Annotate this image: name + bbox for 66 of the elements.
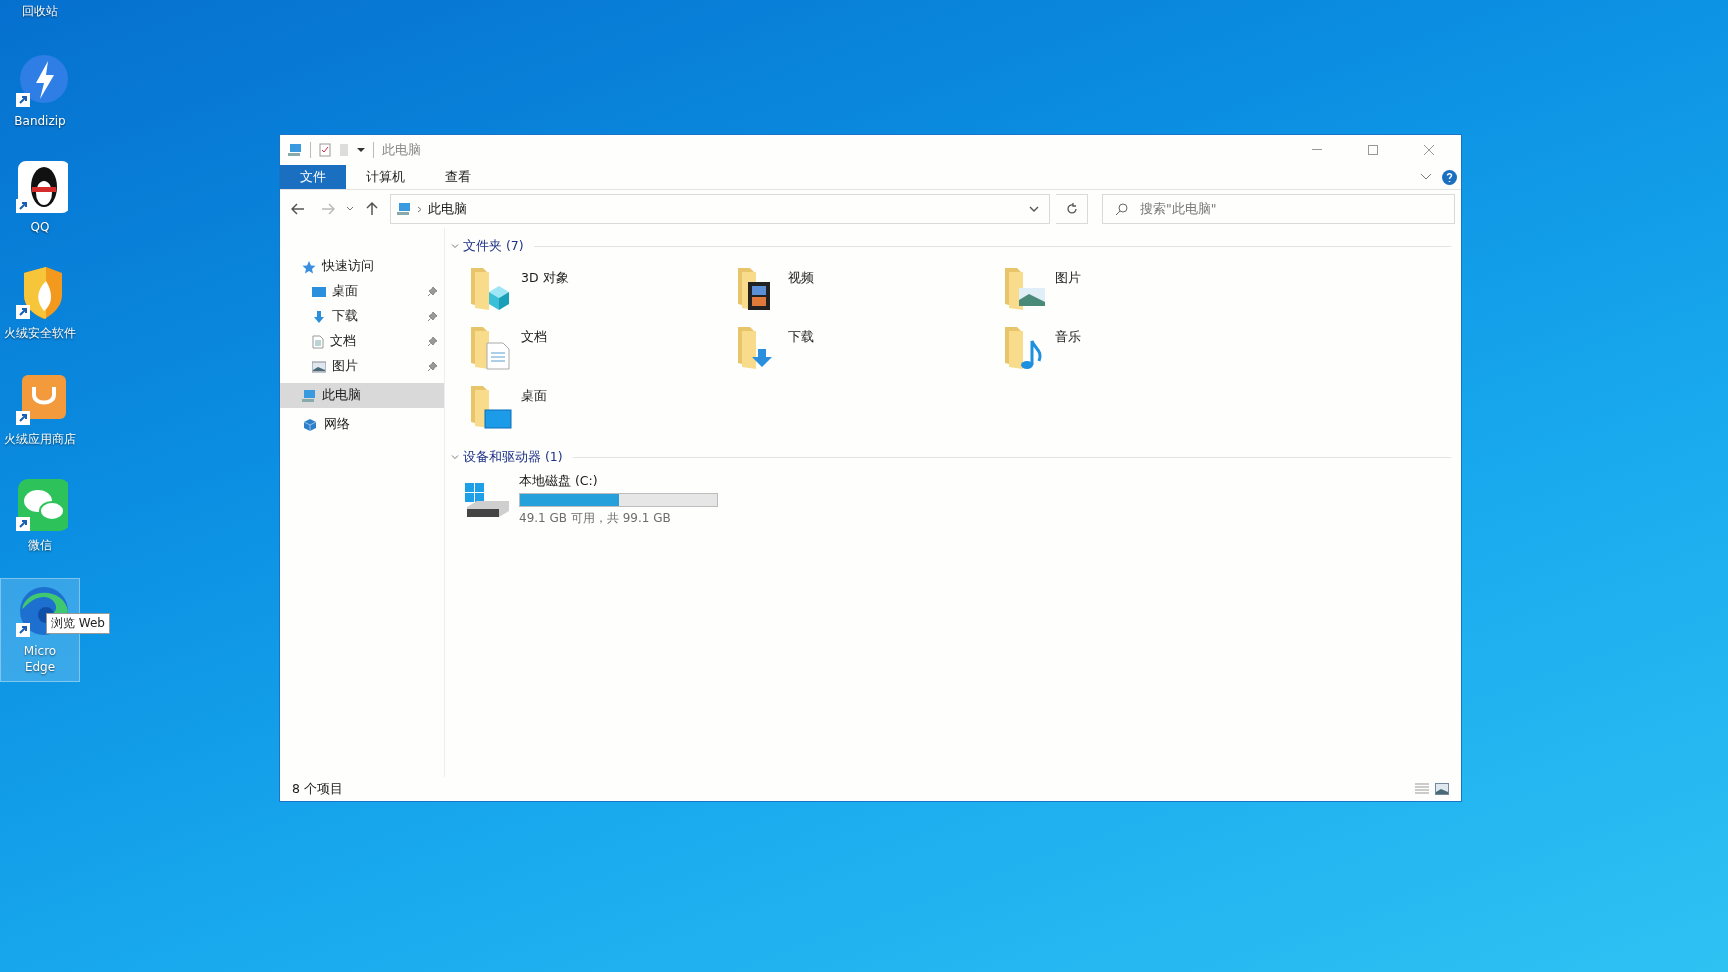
address-path: 此电脑 [428, 200, 467, 218]
picture-icon [312, 360, 326, 373]
folder-item[interactable]: 3D 对象 [469, 264, 736, 323]
up-arrow-icon[interactable] [366, 202, 378, 216]
nav-item[interactable]: 快速访问 [280, 254, 444, 279]
item-count: 8 个项目 [292, 780, 343, 798]
address-bar[interactable]: 此电脑 [390, 194, 1050, 224]
nav-item[interactable]: 网络 [280, 412, 444, 437]
computer-icon [288, 143, 302, 157]
nav-item[interactable]: 文档 [280, 329, 444, 354]
nav-item[interactable]: 下载 [280, 304, 444, 329]
maximize-icon[interactable] [1368, 145, 1378, 155]
shortcut-label: 微信 [28, 537, 52, 553]
nav-item[interactable]: 桌面 [280, 279, 444, 304]
ribbon-tab[interactable]: 计算机 [346, 165, 425, 189]
folder-item[interactable]: 音乐 [1003, 323, 1270, 382]
close-icon[interactable] [1424, 145, 1434, 155]
properties-icon[interactable] [319, 143, 331, 157]
document-icon [312, 334, 324, 349]
folder-item[interactable]: 下载 [736, 323, 1003, 382]
section-title[interactable]: 设备和驱动器 (1) [463, 448, 563, 466]
folder-item[interactable]: 桌面 [469, 382, 736, 441]
desktop-icon [312, 285, 326, 298]
drive-item[interactable]: 本地磁盘 (C:) 49.1 GB 可用，共 99.1 GB [451, 467, 1451, 527]
shortcut-label: Micro [23, 643, 57, 659]
search-field[interactable]: 搜索"此电脑" [1102, 194, 1455, 224]
free-space-text: 49.1 GB 可用，共 99.1 GB [519, 510, 672, 527]
help-icon[interactable] [1442, 169, 1457, 185]
computer-icon [302, 388, 316, 403]
shortcut-label: QQ [30, 219, 50, 235]
desktop-shortcut[interactable]: 回收站 [0, 0, 80, 26]
address-dropdown-icon[interactable] [1029, 205, 1039, 213]
breadcrumb-chevron-icon [417, 205, 422, 213]
network-icon [302, 417, 318, 432]
ribbon-tab[interactable]: 文件 [280, 165, 346, 189]
shortcut-label: 火绒应用商店 [4, 431, 76, 447]
drive-name: 本地磁盘 (C:) [519, 473, 599, 490]
ribbon-tab[interactable]: 查看 [425, 165, 491, 189]
large-icons-view-icon[interactable] [1435, 783, 1449, 795]
desktop-shortcut[interactable]: 火绒应用商店 [0, 366, 80, 454]
shortcut-label: Bandizip [14, 113, 66, 129]
section-title[interactable]: 文件夹 (7) [463, 237, 524, 255]
folder-item[interactable]: 文档 [469, 323, 736, 382]
recent-locations-icon[interactable] [346, 206, 354, 212]
shortcut-label: Edge [24, 659, 56, 675]
tooltip: 浏览 Web [46, 613, 110, 634]
shortcut-label: 火绒安全软件 [4, 325, 76, 341]
refresh-icon [1065, 203, 1078, 215]
download-icon [312, 309, 326, 324]
dropdown-icon[interactable] [357, 147, 365, 153]
desktop-shortcut[interactable]: QQ [0, 154, 80, 242]
folder-item[interactable]: 图片 [1003, 264, 1270, 323]
expand-ribbon-icon[interactable] [1420, 173, 1432, 181]
minimize-icon[interactable] [1312, 149, 1322, 151]
computer-icon [397, 202, 411, 216]
nav-item[interactable]: 此电脑 [280, 383, 444, 408]
back-arrow-icon[interactable] [291, 203, 305, 215]
nav-item[interactable]: 图片 [280, 354, 444, 379]
refresh-button[interactable] [1056, 194, 1088, 224]
folder-item[interactable]: 视频 [736, 264, 1003, 323]
desktop-shortcut[interactable]: 火绒安全软件 [0, 260, 80, 348]
shortcut-label: 回收站 [22, 3, 58, 19]
search-icon [1115, 202, 1128, 216]
window-title: 此电脑 [382, 141, 421, 159]
star-icon [302, 259, 316, 274]
desktop-shortcut[interactable]: Bandizip [0, 48, 80, 136]
